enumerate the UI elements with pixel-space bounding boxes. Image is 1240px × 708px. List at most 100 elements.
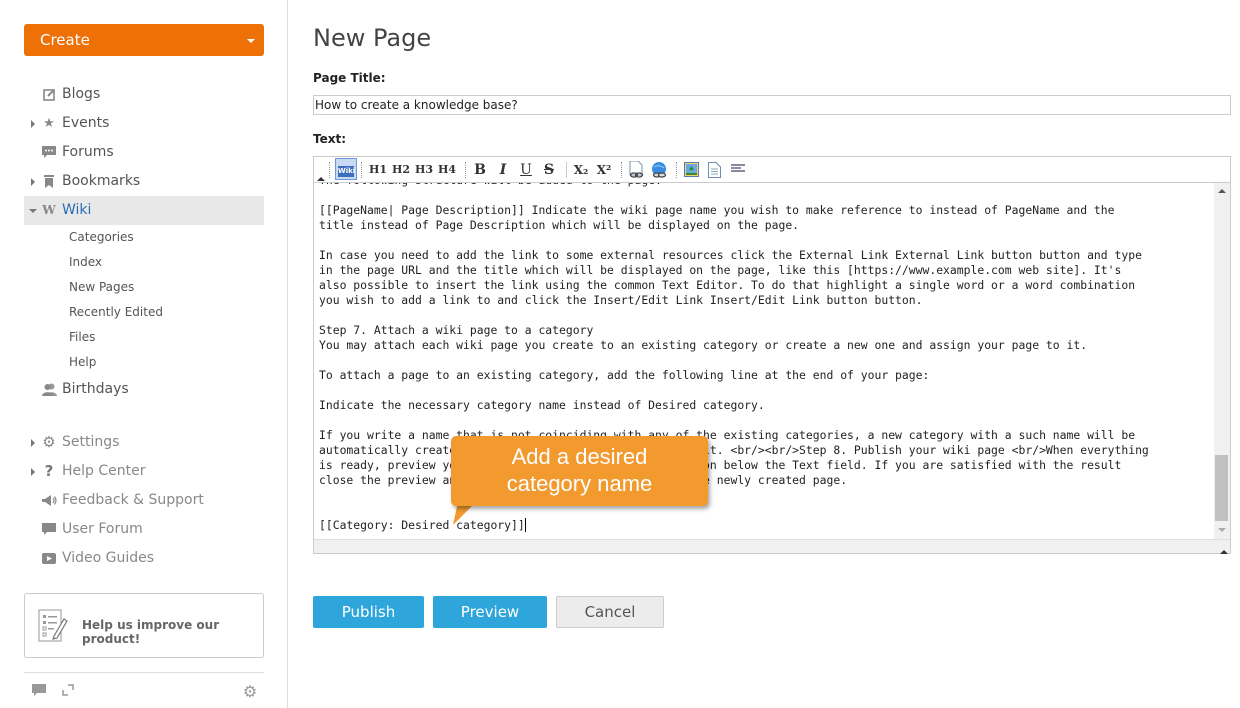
expand-arrow-icon[interactable] <box>31 178 35 186</box>
scroll-down-icon[interactable] <box>1218 528 1226 532</box>
wiki-w-icon: W <box>42 203 56 217</box>
page-title-label: Page Title: <box>313 71 386 85</box>
sidebar-subitem-help[interactable]: Help <box>24 350 264 375</box>
video-play-icon <box>41 544 57 575</box>
sidebar-item-label: Feedback & Support <box>62 492 204 508</box>
bold-button[interactable]: B <box>472 160 488 180</box>
publish-button[interactable]: Publish <box>313 596 424 628</box>
megaphone-icon <box>41 486 57 518</box>
wiki-editor: Wiki H1 H2 H3 H4 B I U S X₂ X² [[PageNam… <box>313 156 1231 554</box>
internal-link-icon[interactable] <box>627 160 645 180</box>
preview-button[interactable]: Preview <box>433 596 547 628</box>
chat-icon[interactable] <box>31 684 47 700</box>
editor-line: To attach a page to an existing category… <box>319 368 930 382</box>
survey-pencil-icon <box>38 609 68 642</box>
resize-handle-icon[interactable] <box>1220 550 1228 554</box>
page-title-input[interactable] <box>313 95 1231 115</box>
sidebar-item-feedback-support[interactable]: Feedback & Support <box>24 486 264 515</box>
sidebar-item-label: Video Guides <box>62 550 155 566</box>
sidebar-subitem-recently-edited[interactable]: Recently Edited <box>24 300 264 325</box>
sidebar-subitem-files[interactable]: Files <box>24 325 264 350</box>
underline-button[interactable]: U <box>518 160 534 180</box>
insert-file-icon[interactable] <box>706 160 722 180</box>
scroll-up-icon[interactable] <box>1218 189 1226 193</box>
sidebar-item-wiki[interactable]: W Wiki <box>24 196 264 225</box>
sidebar-subitem-new-pages[interactable]: New Pages <box>24 275 264 300</box>
editor-line: [[PageName| Page Description]] Indicate … <box>319 203 1115 217</box>
caret-down-icon <box>247 39 255 43</box>
editor-line: title instead of Page Description which … <box>319 218 800 232</box>
page-title: New Page <box>313 24 432 52</box>
expand-icon[interactable] <box>60 684 76 700</box>
sidebar-item-forums[interactable]: Forums <box>24 138 264 167</box>
sidebar-item-label: Blogs <box>62 86 101 102</box>
sidebar-item-label: Settings <box>62 434 120 450</box>
edit-icon <box>41 80 57 112</box>
question-icon: ? <box>44 462 54 480</box>
annotation-callout: Add a desired category name <box>451 436 708 506</box>
editor-line: also possible to insert the link using t… <box>319 278 1136 292</box>
strikethrough-button[interactable]: S <box>541 160 557 180</box>
sidebar-item-blogs[interactable]: Blogs <box>24 80 264 109</box>
collapse-arrow-icon[interactable] <box>29 209 37 213</box>
editor-line: In case you need to add the link to some… <box>319 248 1142 262</box>
editor-line: in the page URL and the title which will… <box>319 263 1122 277</box>
toolbar-collapse-icon[interactable] <box>317 177 325 181</box>
sidebar-item-label: Events <box>62 115 110 131</box>
feedback-banner[interactable]: Help us improve our product! <box>24 593 264 658</box>
subscript-button[interactable]: X₂ <box>572 160 590 180</box>
users-icon <box>41 375 57 407</box>
create-button[interactable]: Create <box>24 24 264 56</box>
sidebar-item-label: Bookmarks <box>62 173 141 189</box>
sidebar-item-label: Birthdays <box>62 381 129 397</box>
sidebar-divider <box>24 672 264 673</box>
create-label: Create <box>40 31 90 49</box>
text-label: Text: <box>313 132 347 146</box>
heading1-button[interactable]: H1 <box>369 160 387 180</box>
editor-vertical-scrollbar[interactable] <box>1214 183 1230 539</box>
sidebar: Create Blogs ★ Events Forums Bookmarks W… <box>0 0 288 708</box>
sidebar-item-bookmarks[interactable]: Bookmarks <box>24 167 264 196</box>
sidebar-item-events[interactable]: ★ Events <box>24 109 264 138</box>
gear-icon[interactable]: ⚙ <box>242 684 258 700</box>
sidebar-item-settings[interactable]: ⚙ Settings <box>24 428 264 457</box>
gear-icon: ⚙ <box>42 433 56 451</box>
star-icon: ★ <box>43 116 55 131</box>
scroll-thumb[interactable] <box>1215 455 1228 521</box>
sidebar-item-label: Wiki <box>62 202 92 218</box>
chat-bubble-icon <box>41 138 57 170</box>
cancel-button[interactable]: Cancel <box>556 596 664 628</box>
feedback-text: Help us improve our product! <box>82 618 220 646</box>
editor-line: Step 7. Attach a wiki page to a category <box>319 323 594 337</box>
editor-line: Indicate the necessary category name ins… <box>319 398 765 412</box>
wiki-mode-button[interactable]: Wiki <box>335 158 357 180</box>
expand-arrow-icon[interactable] <box>31 468 35 476</box>
comment-icon <box>41 515 57 547</box>
sidebar-item-birthdays[interactable]: Birthdays <box>24 375 264 404</box>
editor-line: you wish to add a link to and click the … <box>319 293 923 307</box>
heading2-button[interactable]: H2 <box>392 160 410 180</box>
sidebar-item-video-guides[interactable]: Video Guides <box>24 544 264 573</box>
sidebar-item-label: Forums <box>62 144 114 160</box>
editor-resize-bar[interactable] <box>314 539 1230 554</box>
heading3-button[interactable]: H3 <box>415 160 433 180</box>
insert-image-icon[interactable] <box>683 160 699 180</box>
heading4-button[interactable]: H4 <box>438 160 456 180</box>
expand-arrow-icon[interactable] <box>31 439 35 447</box>
align-text-icon[interactable] <box>730 160 746 180</box>
sidebar-item-help-center[interactable]: ? Help Center <box>24 457 264 486</box>
editor-textarea[interactable]: The following structure will be added to… <box>314 183 1213 539</box>
sidebar-subitem-index[interactable]: Index <box>24 250 264 275</box>
expand-arrow-icon[interactable] <box>31 120 35 128</box>
sidebar-subitem-categories[interactable]: Categories <box>24 225 264 250</box>
italic-button[interactable]: I <box>495 160 511 180</box>
superscript-button[interactable]: X² <box>595 160 613 180</box>
external-link-icon[interactable] <box>650 160 668 180</box>
sidebar-item-user-forum[interactable]: User Forum <box>24 515 264 544</box>
